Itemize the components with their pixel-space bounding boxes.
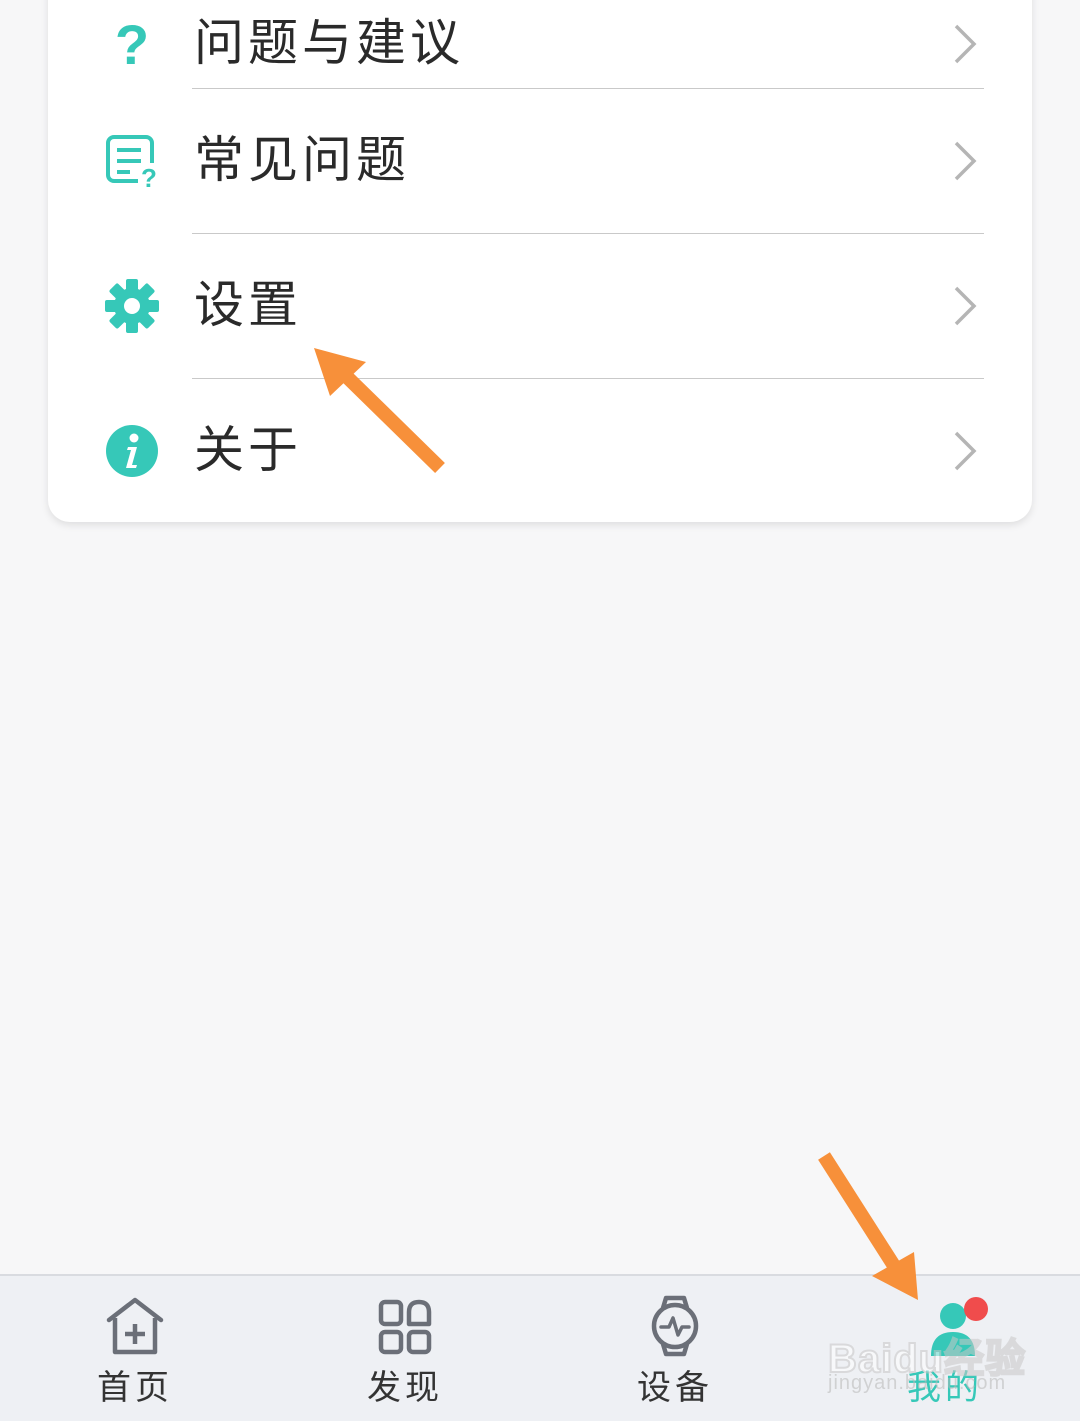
- gear-icon: [105, 279, 159, 333]
- tab-label: 发现: [367, 1368, 443, 1408]
- chevron-right-icon: [954, 431, 977, 471]
- menu-item-about[interactable]: 关于: [48, 379, 1032, 524]
- tab-label: 首页: [97, 1368, 173, 1408]
- menu-item-label: 常见问题: [194, 131, 410, 189]
- chevron-right-icon: [954, 141, 977, 181]
- menu-card: ? 问题与建议 ? 常见问题 设置 关于: [48, 0, 1032, 522]
- bottom-tab-bar: 首页 发现 设备 我的: [0, 1274, 1080, 1421]
- menu-item-faq[interactable]: ? 常见问题: [48, 89, 1032, 234]
- tab-profile[interactable]: 我的: [865, 1276, 1025, 1421]
- tab-device[interactable]: 设备: [595, 1276, 755, 1421]
- tab-discover[interactable]: 发现: [325, 1276, 485, 1421]
- notification-dot: [964, 1297, 988, 1321]
- menu-item-label: 问题与建议: [194, 14, 464, 72]
- question-icon: ?: [115, 16, 149, 72]
- menu-item-label: 关于: [194, 421, 302, 479]
- svg-text:?: ?: [115, 16, 149, 72]
- svg-text:?: ?: [141, 163, 157, 189]
- info-icon: [106, 425, 158, 477]
- tab-label: 设备: [637, 1368, 713, 1408]
- faq-icon: ?: [106, 135, 160, 189]
- chevron-right-icon: [954, 24, 977, 64]
- menu-item-settings[interactable]: 设置: [48, 234, 1032, 379]
- chevron-right-icon: [954, 286, 977, 326]
- tab-label: 我的: [907, 1368, 983, 1408]
- discover-icon: [378, 1299, 432, 1355]
- home-icon: [106, 1297, 164, 1355]
- watch-icon: [651, 1295, 699, 1357]
- menu-item-label: 设置: [194, 276, 302, 334]
- tab-home[interactable]: 首页: [55, 1276, 215, 1421]
